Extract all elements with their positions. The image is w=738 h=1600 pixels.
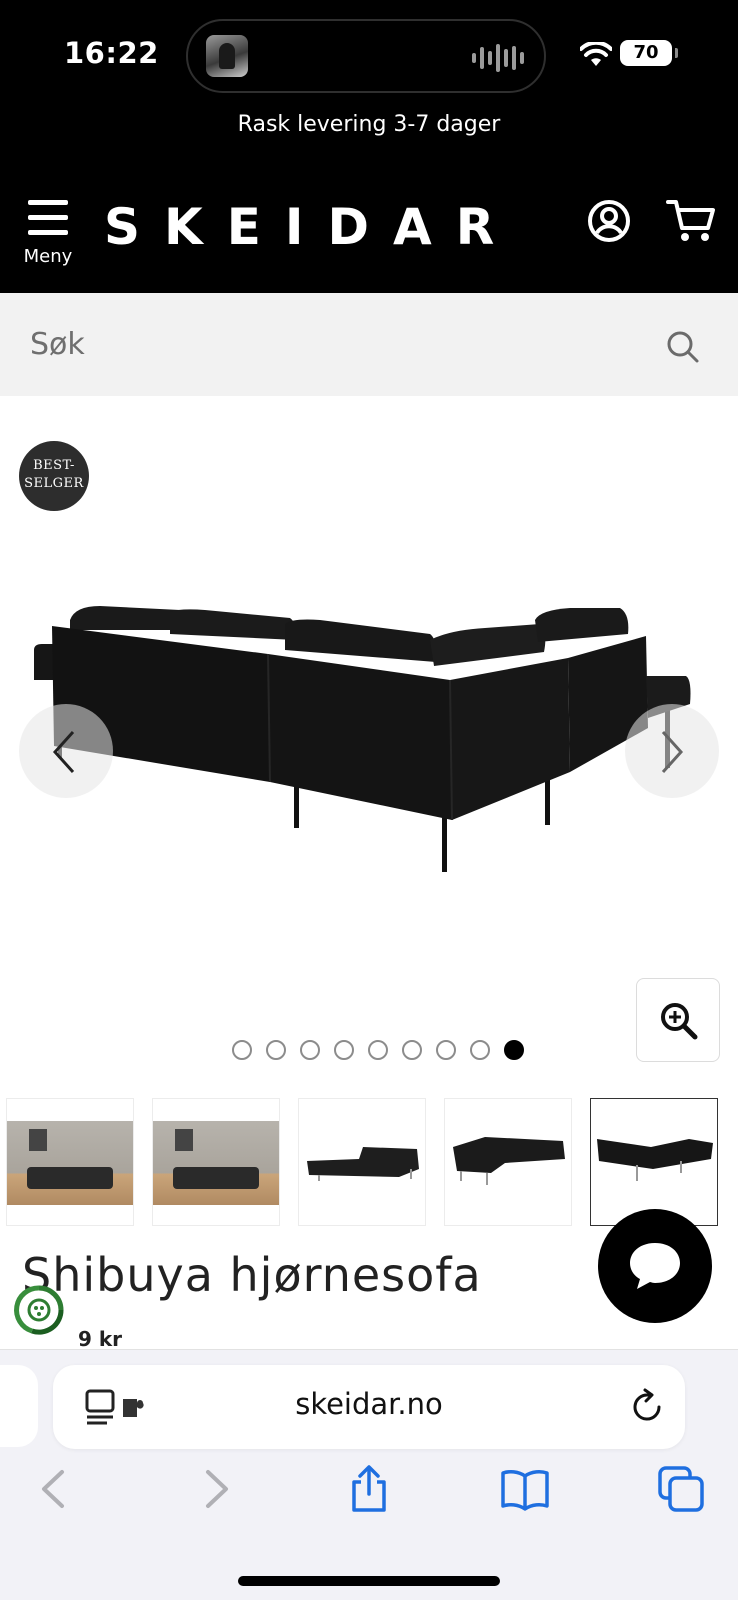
menu-label: Meny: [23, 246, 73, 267]
product-title: Shibuya hjørnesofa: [22, 1248, 482, 1302]
bookmarks-icon[interactable]: [500, 1464, 550, 1514]
status-time: 16:22: [64, 36, 159, 70]
next-image-button[interactable]: [625, 704, 719, 798]
site-header: Rask levering 3-7 dager Meny SKEIDAR: [0, 110, 738, 293]
pagination-dot-6[interactable]: [402, 1040, 422, 1060]
pagination-dot-9[interactable]: [504, 1040, 524, 1060]
url-text: skeidar.no: [295, 1387, 443, 1421]
thumbnail-1[interactable]: [6, 1098, 134, 1226]
image-pagination-dots: [0, 1040, 738, 1064]
share-icon[interactable]: [344, 1464, 394, 1514]
pagination-dot-2[interactable]: [266, 1040, 286, 1060]
chat-button[interactable]: [598, 1209, 712, 1323]
wifi-icon: [580, 42, 612, 66]
pagination-dot-3[interactable]: [300, 1040, 320, 1060]
product-main-image[interactable]: [30, 600, 710, 900]
search-icon[interactable]: [666, 330, 700, 364]
menu-button[interactable]: Meny: [18, 200, 78, 280]
search-input[interactable]: [30, 319, 630, 369]
thumbnail-5[interactable]: [590, 1098, 718, 1226]
account-icon[interactable]: [586, 198, 632, 244]
bestseller-badge: BEST- SELGER: [19, 441, 89, 511]
browser-bottom-bar: skeidar.no: [0, 1349, 738, 1600]
thumbnail-3[interactable]: [298, 1098, 426, 1226]
promo-text: Rask levering 3-7 dager: [237, 112, 501, 137]
chevron-left-icon: [52, 730, 75, 774]
reload-icon[interactable]: [627, 1387, 667, 1427]
forward-icon[interactable]: [190, 1464, 240, 1514]
thumbnail-4[interactable]: [444, 1098, 572, 1226]
dynamic-island[interactable]: [186, 19, 546, 93]
hamburger-icon: [28, 200, 68, 236]
home-indicator[interactable]: [238, 1576, 500, 1586]
battery-indicator: 70: [620, 40, 678, 66]
product-price: 9 kr: [78, 1327, 123, 1351]
search-bar: [0, 293, 738, 396]
status-bar: 16:22 70: [0, 0, 738, 110]
chevron-right-icon: [661, 730, 684, 774]
tabs-icon[interactable]: [656, 1464, 706, 1514]
now-playing-artwork: [206, 35, 248, 77]
pagination-dot-8[interactable]: [470, 1040, 490, 1060]
thumbnail-strip: [6, 1098, 738, 1226]
thumbnail-2[interactable]: [152, 1098, 280, 1226]
pagination-dot-7[interactable]: [436, 1040, 456, 1060]
chat-bubble-icon: [630, 1243, 680, 1289]
zoom-in-icon: [661, 1003, 698, 1040]
back-icon[interactable]: [30, 1464, 80, 1514]
previous-tab-preview[interactable]: [0, 1365, 38, 1447]
audio-waveform-icon: [472, 43, 524, 73]
skeidar-logo[interactable]: SKEIDAR: [104, 198, 518, 256]
pagination-dot-4[interactable]: [334, 1040, 354, 1060]
previous-image-button[interactable]: [19, 704, 113, 798]
cart-icon[interactable]: [666, 198, 716, 244]
pagination-dot-1[interactable]: [232, 1040, 252, 1060]
promo-banner[interactable]: Rask levering 3-7 dager: [0, 110, 738, 140]
sustainability-icon[interactable]: [12, 1283, 66, 1337]
address-bar[interactable]: skeidar.no: [53, 1365, 685, 1449]
pagination-dot-5[interactable]: [368, 1040, 388, 1060]
